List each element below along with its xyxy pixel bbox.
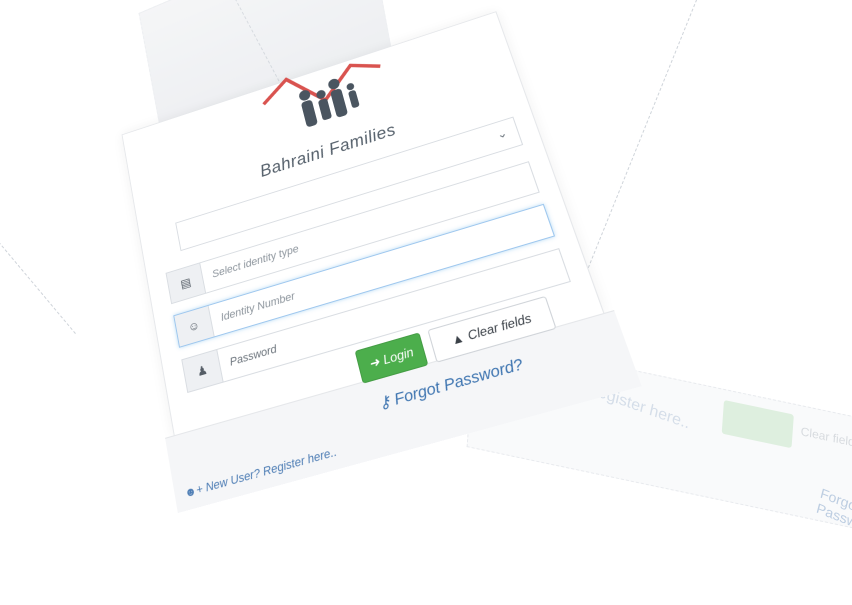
ghost-clear-button: Clear fields: [800, 424, 852, 451]
ghost-forgot-link: Forgot Password?: [814, 485, 852, 542]
identity-type-placeholder: Select identity type: [211, 243, 300, 281]
ghost-login-button: [721, 399, 794, 449]
login-label: Login: [381, 344, 416, 368]
ghost-guide-line: [0, 226, 76, 334]
user-lock-icon: ♟: [182, 349, 224, 392]
identity-number-placeholder: Identity Number: [219, 290, 297, 324]
password-placeholder: Password: [228, 343, 278, 369]
chevron-down-icon: ⌄: [494, 126, 509, 142]
id-card-icon: ▤: [166, 263, 207, 303]
user-icon: ☺: [174, 305, 215, 347]
login-screen: New User? Register here.. Clear fields F…: [0, 0, 852, 605]
eraser-icon: ▲: [449, 329, 467, 348]
sign-in-icon: ➜: [367, 354, 382, 372]
